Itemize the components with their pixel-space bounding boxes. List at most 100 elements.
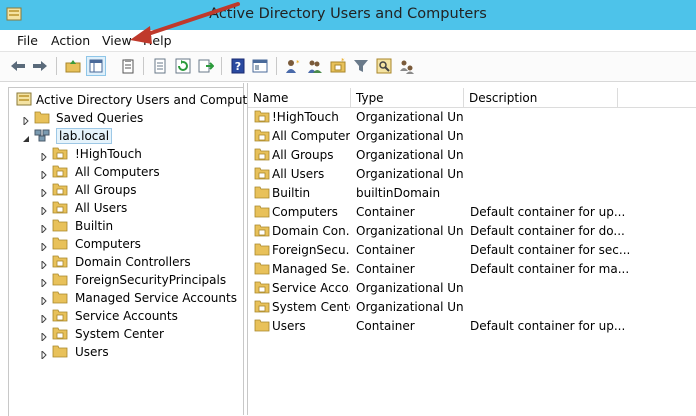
tree-item-hightouch[interactable]: !HighTouch xyxy=(0,145,240,163)
tree-item-all-users[interactable]: All Users xyxy=(0,199,240,217)
window-title: Active Directory Users and Computers xyxy=(209,6,487,22)
expand-arrow-icon[interactable] xyxy=(40,186,48,200)
toolbar: ? * * xyxy=(0,52,696,82)
list-item-type: Organizational Unit xyxy=(356,167,464,181)
forward-icon[interactable] xyxy=(30,56,50,76)
tree-item-label: Saved Queries xyxy=(56,111,144,125)
back-icon[interactable] xyxy=(8,56,28,76)
list-item[interactable]: !HighTouch Organizational Unit xyxy=(248,107,696,126)
expand-arrow-icon[interactable] xyxy=(40,204,48,218)
properties-icon[interactable] xyxy=(118,56,138,76)
expand-arrow-icon[interactable] xyxy=(40,150,48,164)
delegate-icon[interactable] xyxy=(397,56,417,76)
list-item-name: Users xyxy=(272,319,306,333)
column-header-type[interactable]: Type xyxy=(351,88,464,107)
list-item[interactable]: System Center Organizational Unit xyxy=(248,297,696,316)
folder-icon xyxy=(254,261,270,275)
new-group-icon[interactable] xyxy=(305,56,325,76)
help-icon[interactable]: ? xyxy=(228,56,248,76)
ou-folder-icon xyxy=(254,128,270,142)
list-item[interactable]: Managed Se... Container Default container … xyxy=(248,259,696,278)
tree-item-computers[interactable]: Computers xyxy=(0,235,240,253)
new-ou-icon[interactable]: * xyxy=(328,56,348,76)
list-item-description: Default container for do... xyxy=(470,224,625,238)
tree-item-builtin[interactable]: Builtin xyxy=(0,217,240,235)
tree-root-label: Active Directory Users and Computers [ xyxy=(36,93,275,107)
expand-arrow-icon[interactable] xyxy=(40,222,48,236)
list-item[interactable]: Service Acco... Organizational Unit xyxy=(248,278,696,297)
list-item[interactable]: All Groups Organizational Unit xyxy=(248,145,696,164)
list-item[interactable]: Computers Container Default container for … xyxy=(248,202,696,221)
folder-icon xyxy=(52,344,68,358)
tree-item-managed-service-accounts[interactable]: Managed Service Accounts xyxy=(0,289,240,307)
expand-arrow-icon[interactable] xyxy=(40,168,48,182)
expand-arrow-icon[interactable] xyxy=(40,240,48,254)
refresh-icon[interactable] xyxy=(173,56,193,76)
show-hide-tree-icon[interactable] xyxy=(86,56,106,76)
tree-item-all-computers[interactable]: All Computers xyxy=(0,163,240,181)
list-item[interactable]: Domain Con... Organizational Unit Default … xyxy=(248,221,696,240)
menu-view[interactable]: View xyxy=(102,33,132,48)
list-item-name: ForeignSecu... xyxy=(272,243,350,257)
list-item-name: Computers xyxy=(272,205,338,219)
expand-arrow-icon[interactable] xyxy=(40,312,48,326)
menu-help[interactable]: Help xyxy=(143,33,172,48)
tree-item-foreignsecurityprincipals[interactable]: ForeignSecurityPrincipals xyxy=(0,271,240,289)
list-item-name: All Users xyxy=(272,167,325,181)
expand-arrow-icon[interactable] xyxy=(22,114,30,128)
tree-item-users[interactable]: Users xyxy=(0,343,240,361)
tree-item-label: All Computers xyxy=(75,165,160,179)
folder-icon xyxy=(34,110,50,124)
title-bar: Active Directory Users and Computers xyxy=(0,0,696,30)
list-item[interactable]: Users Container Default container for up..… xyxy=(248,316,696,335)
find-icon[interactable] xyxy=(374,56,394,76)
expand-arrow-icon[interactable] xyxy=(40,294,48,308)
tree-item-all-groups[interactable]: All Groups xyxy=(0,181,240,199)
new-user-icon[interactable]: * xyxy=(282,56,302,76)
folder-icon xyxy=(52,272,68,286)
list-item-description: Default container for ma... xyxy=(470,262,630,276)
list-item-name: All Groups xyxy=(272,148,334,162)
list-item-name: Service Acco... xyxy=(272,281,350,295)
list-item[interactable]: Builtin builtinDomain xyxy=(248,183,696,202)
menu-file[interactable]: File xyxy=(17,33,38,48)
ou-folder-icon xyxy=(254,147,270,161)
column-header-name[interactable]: Name xyxy=(248,88,351,107)
list-item[interactable]: All Computers Organizational Unit xyxy=(248,126,696,145)
expand-arrow-icon[interactable] xyxy=(40,330,48,344)
folder-icon xyxy=(52,200,68,214)
tree-item-label: Managed Service Accounts xyxy=(75,291,237,305)
up-folder-icon[interactable] xyxy=(63,56,83,76)
tree-item-system-center[interactable]: System Center xyxy=(0,325,240,343)
tree-item-service-accounts[interactable]: Service Accounts xyxy=(0,307,240,325)
tree-item-lab-local[interactable]: lab.local xyxy=(0,127,240,145)
tree-item-label: lab.local xyxy=(56,128,113,144)
export-list-icon[interactable] xyxy=(150,56,170,76)
results-list: Name Type Description !HighTouch Organiza… xyxy=(247,83,696,415)
folder-icon xyxy=(52,146,68,160)
expand-arrow-icon[interactable] xyxy=(22,132,30,146)
list-item-type: Container xyxy=(356,262,415,276)
list-item-type: Organizational Unit xyxy=(356,148,464,162)
expand-arrow-icon[interactable] xyxy=(40,258,48,272)
tree-item-domain-controllers[interactable]: Domain Controllers xyxy=(0,253,240,271)
folder-icon xyxy=(254,185,270,199)
domain-icon xyxy=(34,128,50,145)
expand-arrow-icon[interactable] xyxy=(40,276,48,290)
list-item[interactable]: All Users Organizational Unit xyxy=(248,164,696,183)
tree-item-saved-queries[interactable]: Saved Queries xyxy=(0,109,240,127)
folder-icon xyxy=(52,254,68,268)
expand-arrow-icon[interactable] xyxy=(40,348,48,362)
folder-icon xyxy=(254,204,270,218)
column-header-description[interactable]: Description xyxy=(464,88,618,107)
svg-text:*: * xyxy=(296,59,300,67)
folder-icon xyxy=(52,308,68,322)
filter-icon[interactable] xyxy=(351,56,371,76)
list-item[interactable]: ForeignSecu... Container Default container… xyxy=(248,240,696,259)
console-view-icon[interactable] xyxy=(250,56,270,76)
export-icon[interactable] xyxy=(196,56,216,76)
list-item-type: Organizational Unit xyxy=(356,224,464,238)
menu-action[interactable]: Action xyxy=(51,33,90,48)
list-item-type: Container xyxy=(356,319,415,333)
ad-console-icon xyxy=(16,92,32,109)
